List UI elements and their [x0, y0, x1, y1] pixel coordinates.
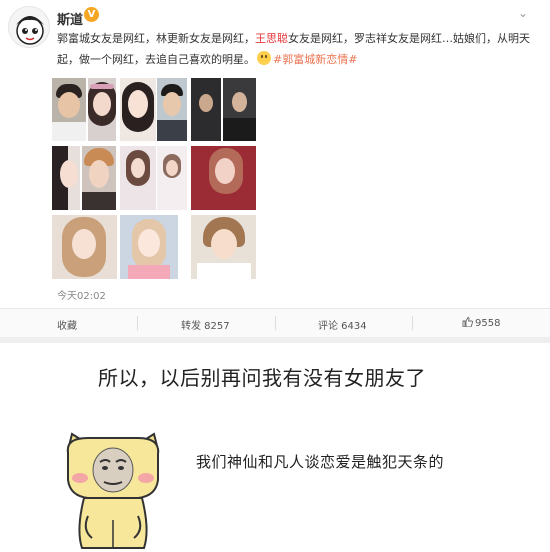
meme-caption-side: 我们神仙和凡人谈恋爱是触犯天条的: [196, 453, 445, 471]
photo-thumbnail[interactable]: [191, 215, 256, 279]
photo-thumbnail[interactable]: [52, 146, 80, 210]
action-separator: [412, 316, 413, 330]
photo-thumbnail[interactable]: [120, 215, 178, 279]
photo-thumbnail[interactable]: [82, 146, 116, 210]
photo-thumbnail[interactable]: [52, 215, 117, 279]
photo-thumbnail[interactable]: [191, 146, 256, 210]
bear-meme-image: [66, 432, 160, 549]
like-count: 9558: [475, 318, 501, 329]
action-separator: [137, 316, 138, 330]
photo-thumbnail[interactable]: [120, 78, 156, 141]
action-bar: 收藏 转发 8257 评论 6434 9558: [0, 309, 550, 337]
like-button[interactable]: 9558: [462, 317, 500, 329]
photo-thumbnail[interactable]: [157, 78, 187, 141]
separator-band: [0, 337, 550, 343]
post-timestamp[interactable]: 今天02:02: [57, 287, 106, 302]
photo-thumbnail[interactable]: [223, 78, 256, 141]
photo-thumbnail[interactable]: [88, 78, 116, 141]
weibo-post-card: 斯道 V ⌄ 郭富城女友是网红，林更新女友是网红，王思聪女友是网红，罗志祥女友是…: [0, 0, 550, 343]
photo-thumbnail[interactable]: [191, 78, 221, 141]
action-separator: [275, 316, 276, 330]
thumbs-up-icon: [462, 317, 473, 327]
comment-button[interactable]: 评论 6434: [318, 317, 367, 332]
photo-thumbnail[interactable]: [52, 78, 86, 141]
favorite-button[interactable]: 收藏: [57, 317, 77, 332]
photo-thumbnail[interactable]: [157, 146, 187, 210]
meme-caption-top: 所以，以后别再问我有没有女朋友了: [98, 366, 426, 390]
repost-button[interactable]: 转发 8257: [181, 317, 230, 332]
photo-thumbnail[interactable]: [120, 146, 156, 210]
